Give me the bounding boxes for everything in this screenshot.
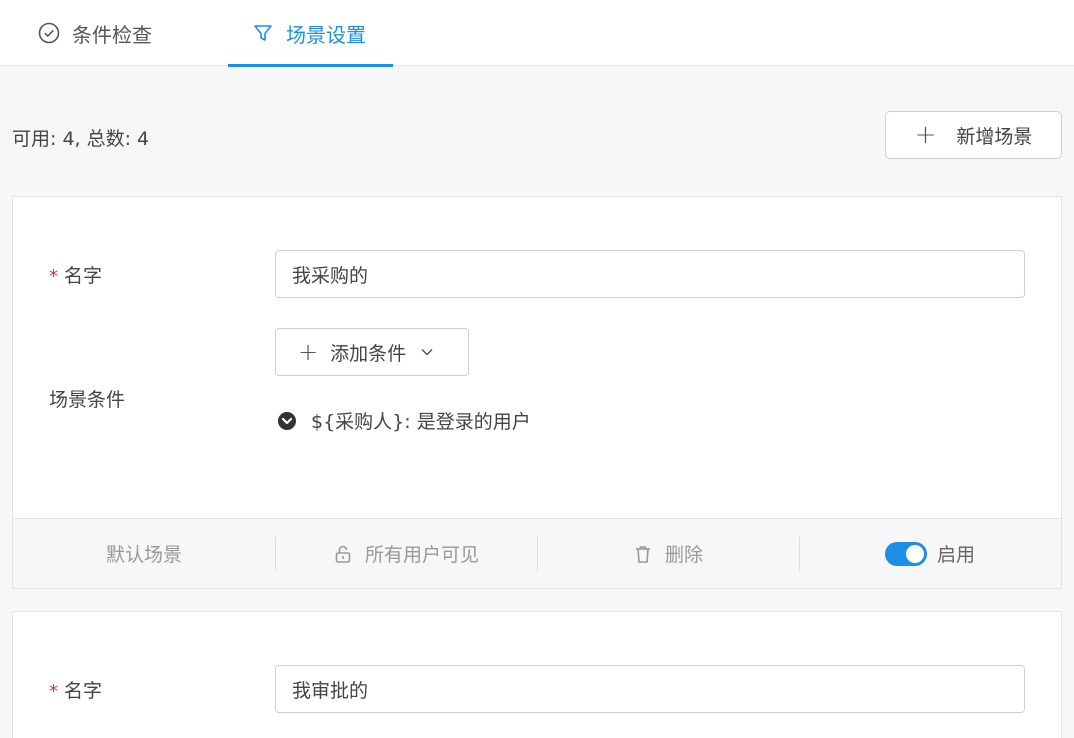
filter-icon [252, 22, 274, 44]
delete-button[interactable]: 删除 [537, 519, 799, 588]
add-condition-button[interactable]: + 添加条件 [275, 328, 469, 376]
default-scene-button[interactable]: 默认场景 [13, 519, 275, 588]
visibility-label: 所有用户可见 [364, 544, 479, 566]
chevron-down-icon [420, 345, 434, 359]
enable-label: 启用 [936, 544, 975, 566]
active-tab-indicator [228, 64, 393, 67]
delete-label: 删除 [664, 544, 703, 566]
unlock-icon [333, 544, 353, 564]
add-scene-label: 新增场景 [956, 125, 1033, 148]
collapse-toggle-icon[interactable] [277, 411, 297, 431]
scene-condition-label: 场景条件 [49, 389, 126, 411]
required-asterisk: * [49, 266, 58, 287]
scene-card: *名字 场景条件 + 添加条件 ${采购人}: 是登录的用户 默认场景 所有用户… [12, 196, 1062, 589]
check-circle-icon [38, 22, 60, 44]
tab-scene-settings[interactable]: 场景设置 [228, 0, 393, 67]
default-scene-label: 默认场景 [105, 544, 182, 566]
condition-item: ${采购人}: 是登录的用户 [277, 407, 531, 434]
trash-icon [633, 544, 653, 564]
add-scene-button[interactable]: + 新增场景 [885, 111, 1062, 159]
plus-icon: + [298, 338, 319, 366]
tab-condition-check[interactable]: 条件检查 [38, 0, 152, 66]
scene-name-input[interactable] [275, 665, 1025, 713]
plus-icon: + [914, 120, 937, 150]
enable-toggle[interactable] [884, 541, 927, 566]
toggle-knob [905, 544, 924, 563]
tab-scene-settings-label: 场景设置 [286, 22, 366, 47]
tab-condition-check-label: 条件检查 [72, 22, 152, 47]
required-asterisk: * [49, 681, 58, 702]
scene-card-footer: 默认场景 所有用户可见 删除 启用 [13, 518, 1061, 588]
condition-text: ${采购人}: 是登录的用户 [311, 411, 531, 433]
tab-bar: 条件检查 场景设置 [0, 0, 1074, 67]
name-label: * 名字 [49, 265, 103, 287]
scene-count-summary: 可用: 4, 总数: 4 [12, 128, 150, 150]
add-condition-label: 添加条件 [330, 342, 407, 365]
name-label: * 名字 [49, 680, 103, 702]
scene-name-input[interactable] [275, 250, 1025, 298]
enable-toggle-cell[interactable]: 启用 [799, 519, 1061, 588]
scene-card: * 名字 [12, 611, 1062, 738]
visibility-button[interactable]: 所有用户可见 [275, 519, 537, 588]
